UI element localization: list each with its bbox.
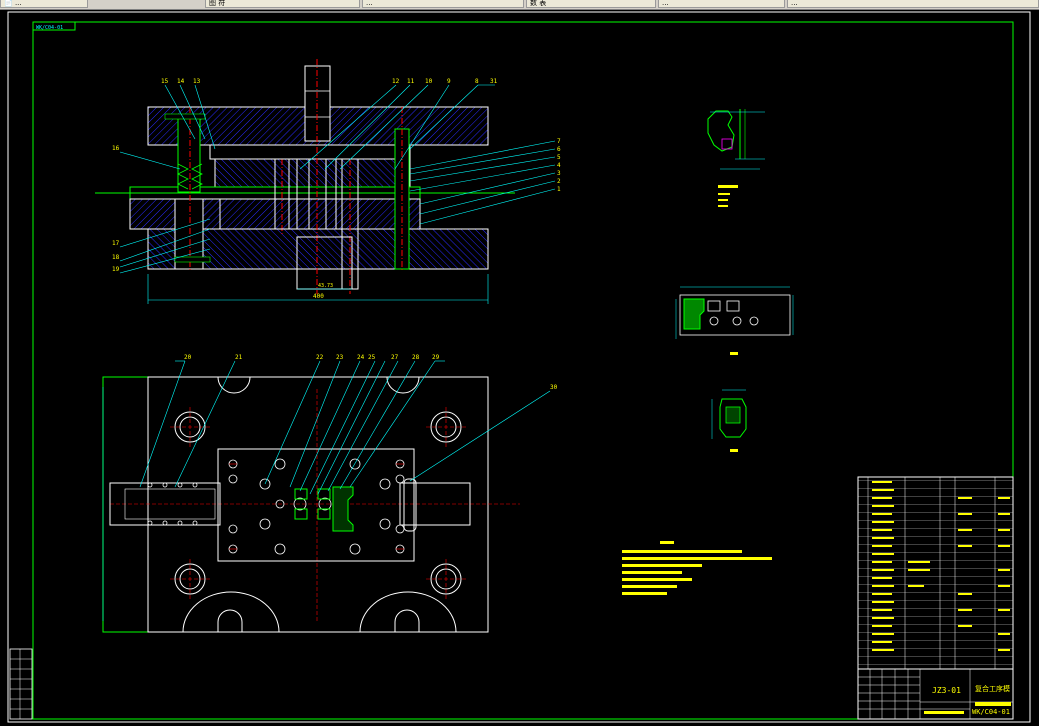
cad-window: 📄 ... 图 符 ... 数 表 ... ... WK/C04-01 400 … [0, 0, 1039, 726]
callout-23: 23 [336, 354, 344, 361]
callout-16: 16 [112, 145, 120, 152]
cad-drawing-canvas[interactable]: WK/C04-01 400 43.73 15 14 13 12 11 10 9 … [0, 9, 1039, 726]
callout-14: 14 [177, 78, 185, 85]
callout-7: 7 [557, 138, 561, 145]
tab-5[interactable]: ... [658, 0, 785, 8]
detail-view-1 [707, 109, 765, 207]
technical-notes [622, 541, 772, 595]
callout-20: 20 [184, 354, 192, 361]
section-view: 400 43.73 15 14 13 12 11 10 9 8 31 7 6 5… [95, 59, 561, 304]
dim-inner: 43.73 [318, 283, 333, 289]
tab-1[interactable]: 📄 ... [0, 0, 88, 8]
callout-30: 30 [550, 384, 558, 391]
callout-24: 24 [357, 354, 365, 361]
callout-31: 31 [490, 78, 498, 85]
tab-2[interactable]: 图 符 [205, 0, 360, 8]
callout-17: 17 [112, 240, 120, 247]
callout-15: 15 [161, 78, 169, 85]
callout-6: 6 [557, 146, 561, 153]
callout-18: 18 [112, 254, 120, 261]
tab-6[interactable]: ... [787, 0, 1039, 8]
callout-5: 5 [557, 154, 561, 161]
callout-21: 21 [235, 354, 243, 361]
callout-9: 9 [447, 78, 451, 85]
plan-holes [147, 458, 405, 555]
callout-22: 22 [316, 354, 324, 361]
title-label: JZ3-01 [932, 686, 961, 695]
callout-19: 19 [112, 266, 120, 273]
callout-4: 4 [557, 162, 561, 169]
tab-3[interactable]: ... [362, 0, 524, 8]
parts-list [857, 476, 1014, 670]
callout-13: 13 [193, 78, 201, 85]
tab-4[interactable]: 数 表 [526, 0, 656, 8]
callout-12: 12 [392, 78, 400, 85]
detail-view-2 [675, 286, 794, 355]
sheet-tag: WK/C04-01 [36, 25, 63, 31]
title-block: JZ3-01 复合工序模 WK/C04-01 [857, 668, 1014, 720]
callout-8: 8 [475, 78, 479, 85]
callout-11: 11 [407, 78, 415, 85]
callout-10: 10 [425, 78, 433, 85]
dim-bottom: 400 [313, 293, 324, 300]
callout-2: 2 [557, 178, 561, 185]
callout-27: 27 [391, 354, 399, 361]
callout-25: 25 [368, 354, 376, 361]
title-name: 复合工序模 [975, 684, 1010, 693]
callout-3: 3 [557, 170, 561, 177]
callout-29: 29 [432, 354, 440, 361]
callout-1: 1 [557, 186, 561, 193]
detail-view-3 [711, 389, 747, 452]
plan-view: 20 21 22 23 24 25 27 28 29 30 [102, 354, 558, 633]
drawing-number: WK/C04-01 [972, 708, 1010, 716]
revision-strip [9, 648, 33, 720]
callout-28: 28 [412, 354, 420, 361]
